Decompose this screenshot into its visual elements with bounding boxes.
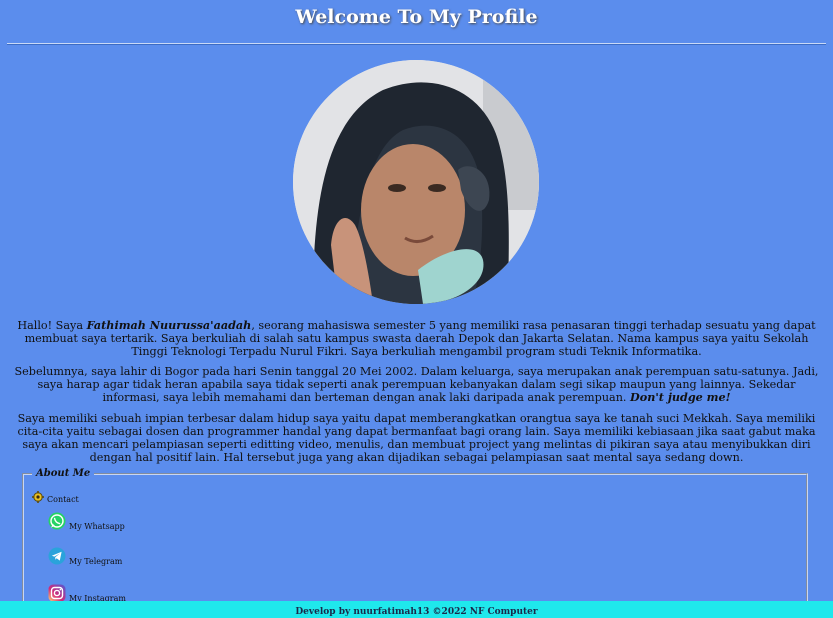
profile-photo: [293, 60, 539, 304]
intro-paragraph-3: Saya memiliki sebuah impian terbesar dal…: [17, 412, 816, 464]
contact-gear-icon: [32, 491, 44, 505]
whatsapp-link[interactable]: My Whatsapp: [48, 512, 125, 532]
intro-paragraph-2: Sebelumnya, saya lahir di Bogor pada har…: [14, 365, 819, 404]
whatsapp-icon[interactable]: [48, 512, 66, 532]
contact-heading: Contact: [32, 491, 79, 505]
telegram-icon[interactable]: [48, 547, 66, 567]
about-me-section: About Me: [22, 468, 808, 618]
emphasis-text: Don't judge me!: [630, 390, 731, 404]
whatsapp-link-label[interactable]: My Whatsapp: [69, 522, 125, 531]
header-divider: [7, 43, 826, 45]
page-title: Welcome To My Profile: [295, 6, 538, 28]
contact-label: Contact: [47, 495, 79, 504]
telegram-link[interactable]: My Telegram: [48, 547, 122, 567]
profile-page: Welcome To My Profile Hallo! Saya Fathim…: [0, 0, 833, 618]
site-footer: Develop by nuurfatimah13 ©2022 NF Comput…: [0, 601, 833, 618]
full-name: Fathimah Nuurussa'aadah: [86, 318, 252, 332]
telegram-link-label[interactable]: My Telegram: [69, 557, 122, 566]
about-me-legend: About Me: [36, 468, 91, 479]
intro-paragraph-1: Hallo! Saya Fathimah Nuurussa'aadah, seo…: [17, 318, 816, 359]
